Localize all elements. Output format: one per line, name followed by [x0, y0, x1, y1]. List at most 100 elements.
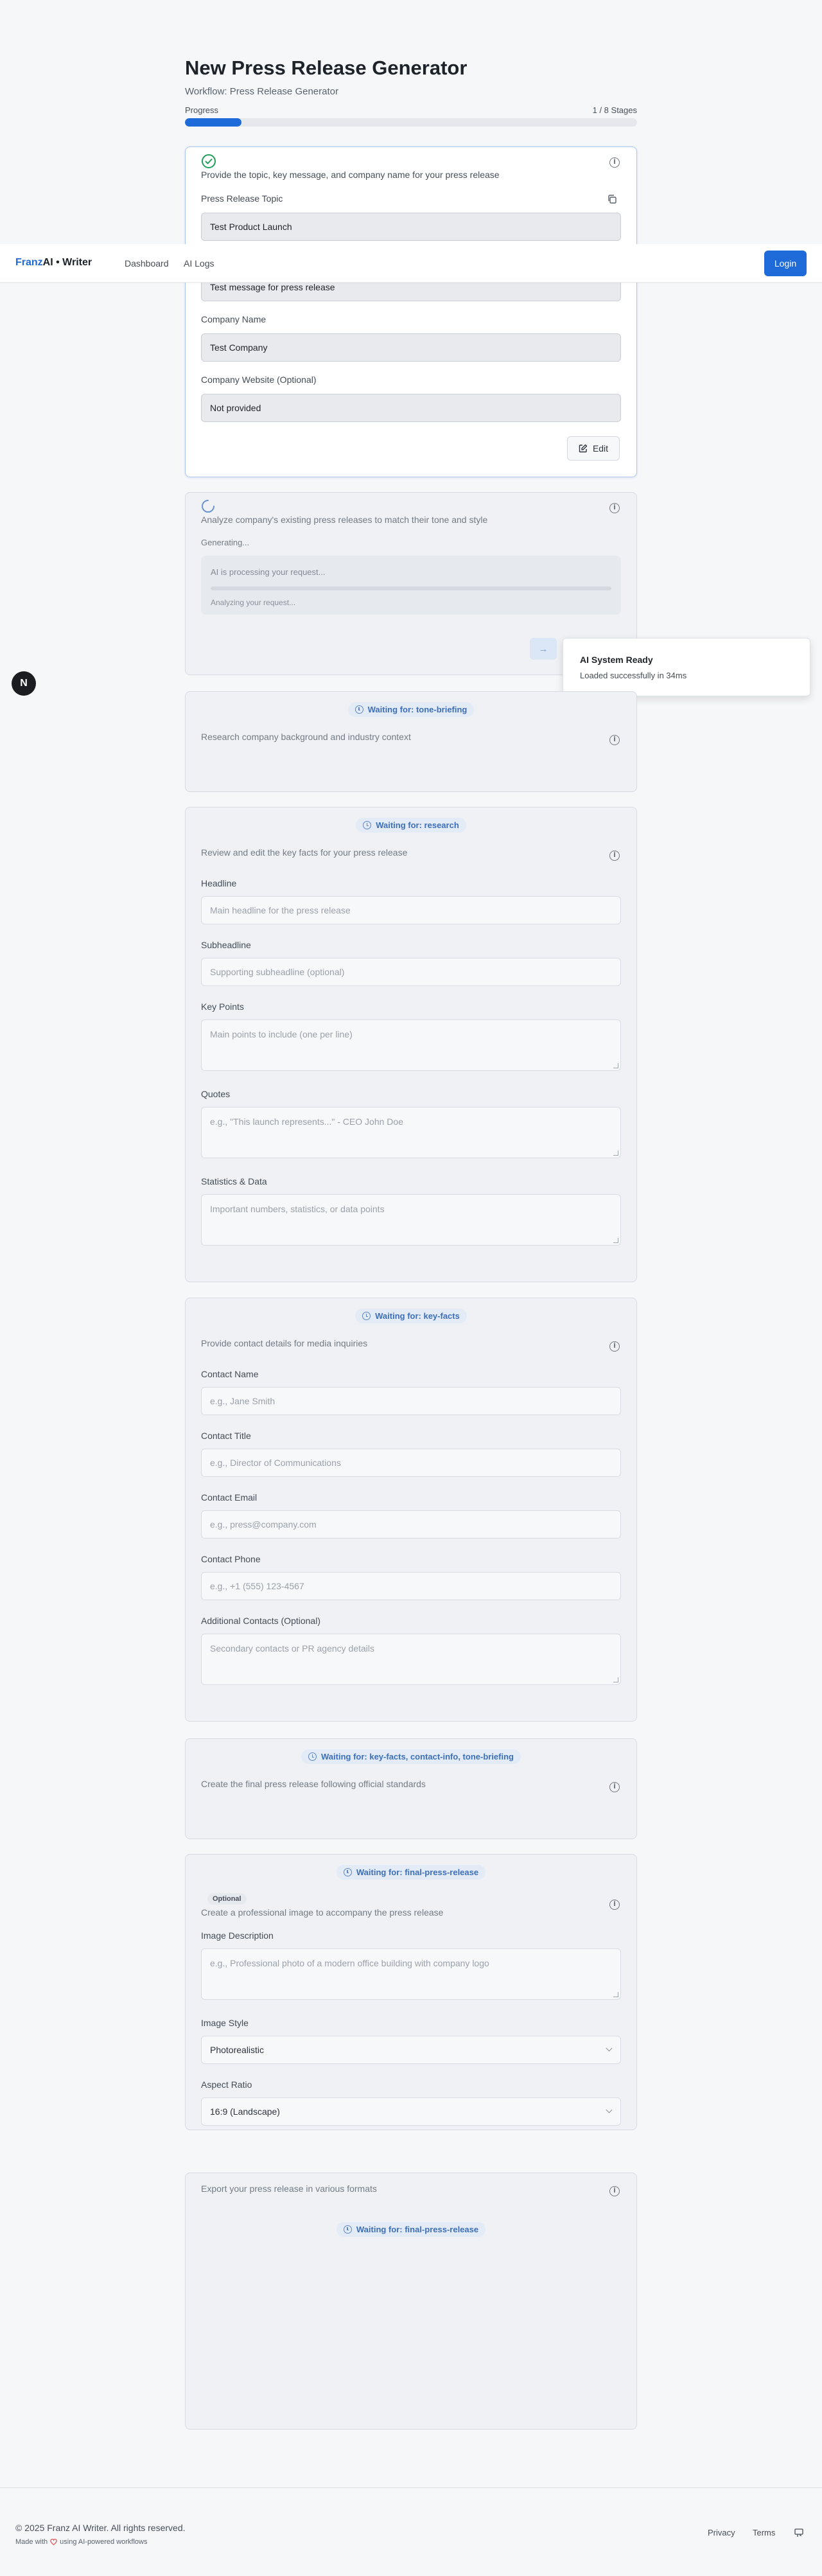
progress-count: 1 / 8 Stages: [592, 105, 637, 115]
waiting-text: Waiting for: final-press-release: [356, 2225, 479, 2234]
progress-bar: [185, 118, 637, 127]
waiting-text: Waiting for: key-facts, contact-info, to…: [321, 1752, 514, 1761]
field-label: Key Points: [201, 1001, 244, 1012]
selected-value: 16:9 (Landscape): [210, 2106, 280, 2117]
chevron-down-icon: [606, 2106, 613, 2113]
stage-description: Research company background and industry…: [201, 732, 411, 742]
field-label: Headline: [201, 878, 237, 888]
footer-terms-link[interactable]: Terms: [753, 2528, 775, 2537]
image-description-textarea[interactable]: e.g., Professional photo of a modern off…: [201, 1948, 621, 2000]
made-suffix: using AI-powered workflows: [60, 2538, 148, 2546]
info-icon[interactable]: [609, 1900, 620, 1910]
stage-description: Create a professional image to accompany…: [201, 1907, 444, 1918]
toast-title: AI System Ready: [580, 655, 653, 665]
stage-final-press-release: Waiting for: key-facts, contact-info, to…: [185, 1738, 637, 1839]
stage-description: Review and edit the key facts for your p…: [201, 847, 408, 858]
stage-initial-request: Provide the topic, key message, and comp…: [185, 146, 637, 477]
aspect-ratio-select[interactable]: 16:9 (Landscape): [201, 2097, 621, 2126]
made-prefix: Made with: [15, 2538, 48, 2546]
info-icon[interactable]: [609, 503, 620, 513]
quotes-textarea[interactable]: e.g., "This launch represents..." - CEO …: [201, 1107, 621, 1158]
stage-description: Analyze company's existing press release…: [201, 515, 488, 525]
field-label: Image Description: [201, 1930, 274, 1941]
contact-title-input[interactable]: e.g., Director of Communications: [201, 1449, 621, 1477]
headline-input[interactable]: Main headline for the press release: [201, 896, 621, 924]
edit-icon: [579, 444, 588, 453]
placeholder: Important numbers, statistics, or data p…: [210, 1204, 385, 1214]
waiting-badge: Waiting for: key-facts: [355, 1309, 467, 1323]
field-label: Contact Phone: [201, 1554, 261, 1564]
clock-icon: [343, 1868, 352, 1876]
field-label: Press Release Topic: [201, 193, 283, 204]
field-label: Statistics & Data: [201, 1176, 267, 1187]
info-icon[interactable]: [609, 2186, 620, 2196]
stage-description: Provide the topic, key message, and comp…: [201, 170, 500, 180]
waiting-text: Waiting for: final-press-release: [356, 1867, 479, 1877]
waiting-badge: Waiting for: tone-briefing: [347, 702, 475, 717]
clock-icon: [362, 1312, 371, 1320]
generating-label: Generating...: [201, 538, 250, 547]
waiting-text: Waiting for: key-facts: [375, 1311, 460, 1321]
field-label: Subheadline: [201, 940, 251, 950]
placeholder: Main points to include (one per line): [210, 1029, 353, 1039]
image-style-select[interactable]: Photorealistic: [201, 2036, 621, 2064]
toast-message: Loaded successfully in 34ms: [580, 671, 687, 680]
waiting-text: Waiting for: research: [376, 820, 459, 830]
contact-email-input[interactable]: e.g., press@company.com: [201, 1510, 621, 1539]
clock-icon: [343, 2225, 352, 2234]
stage-research: Waiting for: tone-briefing Research comp…: [185, 691, 637, 792]
contact-phone-input[interactable]: e.g., +1 (555) 123-4567: [201, 1572, 621, 1600]
additional-contacts-textarea[interactable]: Secondary contacts or PR agency details: [201, 1634, 621, 1685]
theme-toggle-icon[interactable]: [794, 2528, 804, 2538]
edit-button[interactable]: Edit: [567, 436, 620, 461]
footer: © 2025 Franz AI Writer. All rights reser…: [0, 2487, 822, 2576]
info-icon[interactable]: [609, 851, 620, 861]
dev-badge[interactable]: N: [12, 671, 36, 696]
brand-prefix: Franz: [15, 257, 43, 268]
toast-notification: AI System Ready Loaded successfully in 3…: [563, 638, 810, 696]
stage-description: Export your press release in various for…: [201, 2183, 377, 2194]
stage-description: Create the final press release following…: [201, 1779, 426, 1789]
chevron-down-icon: [606, 2045, 613, 2052]
stage-key-facts: Waiting for: research Review and edit th…: [185, 807, 637, 1282]
brand-logo[interactable]: FranzAI • Writer: [15, 257, 92, 269]
progress-label: Progress: [185, 105, 219, 115]
optional-badge: Optional: [207, 1893, 247, 1905]
placeholder: e.g., Professional photo of a modern off…: [210, 1958, 489, 1968]
topic-field[interactable]: Test Product Launch: [201, 213, 621, 241]
check-circle-icon: [201, 154, 216, 169]
selected-value: Photorealistic: [210, 2045, 265, 2055]
nav-dashboard[interactable]: Dashboard: [125, 258, 169, 269]
statistics-textarea[interactable]: Important numbers, statistics, or data p…: [201, 1194, 621, 1246]
field-label: Company Website (Optional): [201, 375, 317, 385]
field-label: Quotes: [201, 1089, 231, 1099]
brand-suffix: AI • Writer: [42, 257, 92, 268]
info-icon[interactable]: [609, 157, 620, 168]
edit-label: Edit: [592, 443, 609, 454]
info-icon[interactable]: [609, 1782, 620, 1792]
clock-icon: [308, 1752, 317, 1761]
clock-icon: [354, 705, 363, 714]
info-icon[interactable]: [609, 735, 620, 745]
spinner-icon: [201, 499, 215, 513]
footer-copyright: © 2025 Franz AI Writer. All rights reser…: [15, 2523, 186, 2533]
company-name-field[interactable]: Test Company: [201, 333, 621, 362]
top-nav: FranzAI • Writer Dashboard AI Logs Login: [0, 244, 822, 283]
subheadline-input[interactable]: Supporting subheadline (optional): [201, 958, 621, 986]
copy-icon[interactable]: [607, 194, 617, 204]
waiting-badge: Waiting for: final-press-release: [336, 2222, 486, 2237]
waiting-text: Waiting for: tone-briefing: [367, 705, 468, 714]
login-button[interactable]: Login: [764, 251, 807, 276]
field-label: Company Name: [201, 314, 267, 324]
field-label: Additional Contacts (Optional): [201, 1616, 320, 1626]
footer-privacy-link[interactable]: Privacy: [708, 2528, 735, 2537]
processing-text: AI is processing your request...: [211, 567, 326, 577]
waiting-badge: Waiting for: final-press-release: [336, 1865, 486, 1880]
field-label: Contact Name: [201, 1369, 259, 1379]
contact-name-input[interactable]: e.g., Jane Smith: [201, 1387, 621, 1415]
info-icon[interactable]: [609, 1341, 620, 1352]
next-button[interactable]: →: [530, 638, 557, 660]
nav-ai-logs[interactable]: AI Logs: [184, 258, 214, 269]
key-points-textarea[interactable]: Main points to include (one per line): [201, 1019, 621, 1071]
company-website-field[interactable]: Not provided: [201, 394, 621, 422]
